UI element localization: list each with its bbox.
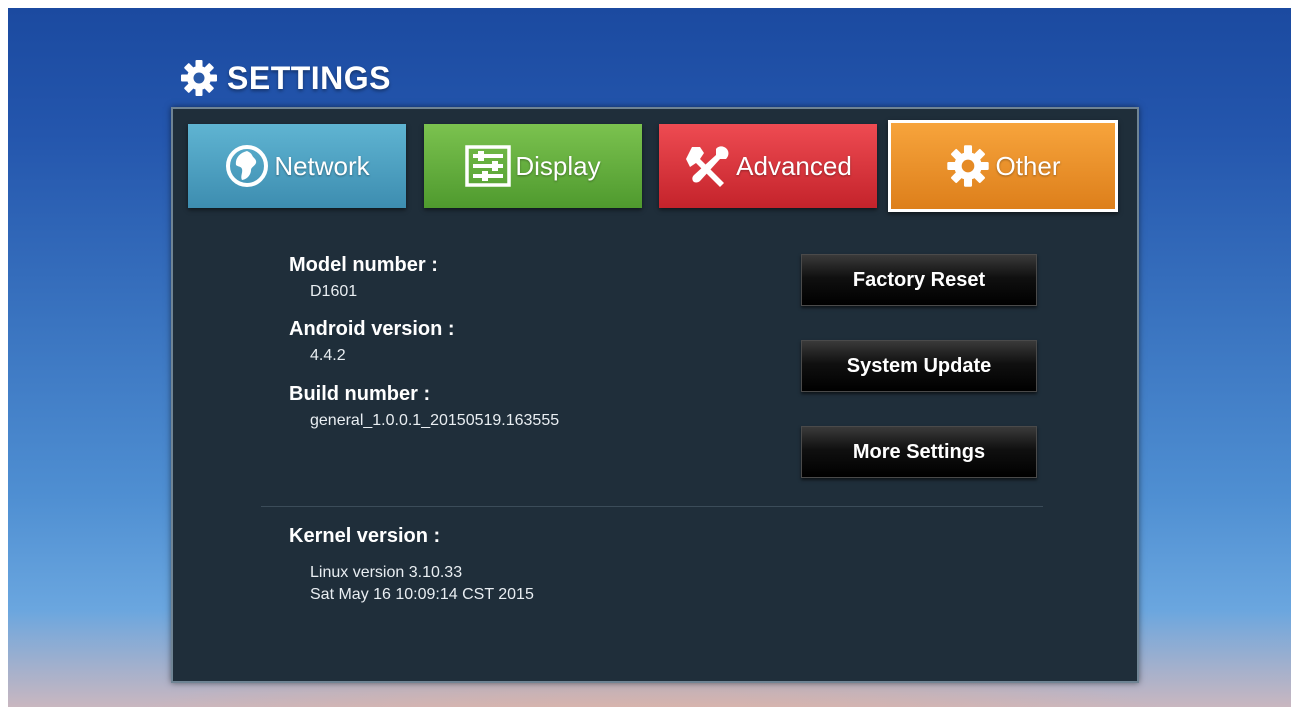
globe-icon xyxy=(226,145,269,187)
settings-panel: Network Display Advanced Other Model num… xyxy=(171,107,1139,683)
build-number-label: Build number : xyxy=(289,383,431,405)
more-settings-button[interactable]: More Settings xyxy=(801,426,1037,478)
gear-icon xyxy=(947,145,990,187)
kernel-version-label: Kernel version : xyxy=(289,525,441,547)
tools-icon xyxy=(686,146,729,187)
tab-advanced[interactable]: Advanced xyxy=(659,124,877,208)
gear-icon xyxy=(181,60,217,96)
page-title: SETTINGS xyxy=(179,58,391,98)
tab-other[interactable]: Other xyxy=(888,120,1118,212)
tab-network-label: Network xyxy=(274,150,370,181)
tab-other-label: Other xyxy=(995,150,1061,181)
tab-network[interactable]: Network xyxy=(188,124,406,208)
display-sliders-icon xyxy=(465,145,512,187)
section-divider xyxy=(261,506,1043,507)
tab-display[interactable]: Display xyxy=(424,124,642,208)
kernel-version-line-1: Linux version 3.10.33 xyxy=(310,564,463,581)
tv-screen: SETTINGS Network Display Advanced Other … xyxy=(8,8,1291,707)
tab-advanced-label: Advanced xyxy=(736,150,852,181)
model-number-label: Model number : xyxy=(289,254,438,276)
build-number-value: general_1.0.0.1_20150519.163555 xyxy=(310,412,560,429)
model-number-value: D1601 xyxy=(310,283,358,300)
page-title-text: SETTINGS xyxy=(227,59,392,96)
tab-display-label: Display xyxy=(515,150,601,181)
android-version-value: 4.4.2 xyxy=(310,347,346,364)
system-update-button[interactable]: System Update xyxy=(801,340,1037,392)
android-version-label: Android version : xyxy=(289,318,455,340)
factory-reset-button[interactable]: Factory Reset xyxy=(801,254,1037,306)
kernel-version-line-2: Sat May 16 10:09:14 CST 2015 xyxy=(310,586,534,603)
